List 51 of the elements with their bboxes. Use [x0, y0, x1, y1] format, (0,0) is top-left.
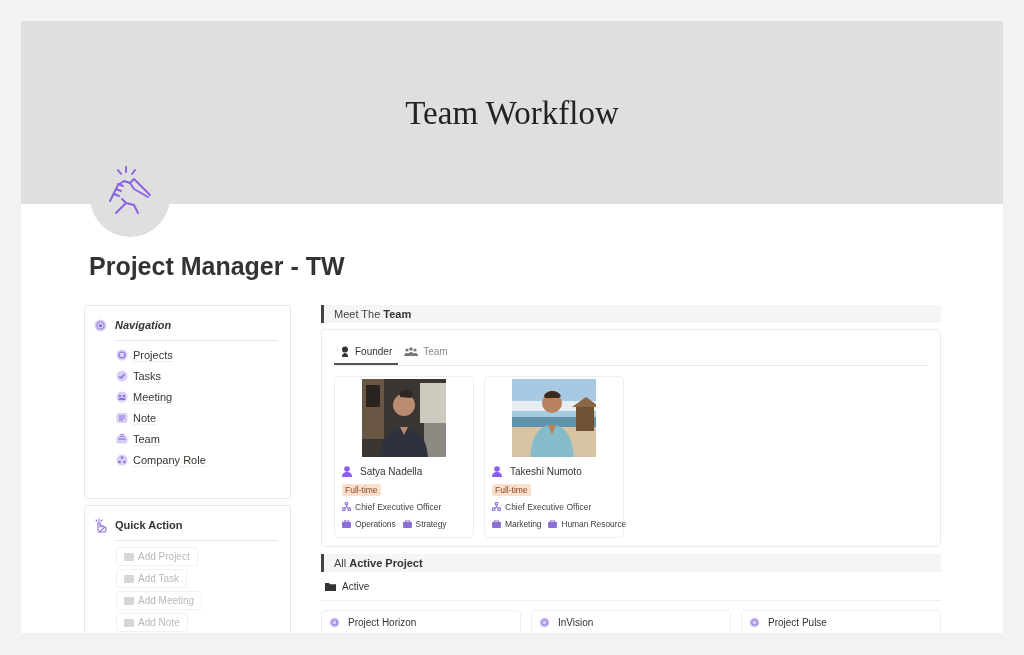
member-name: Takeshi Numoto [510, 465, 582, 477]
view-tab[interactable]: Active [321, 580, 370, 592]
org-chart-icon [492, 502, 501, 511]
nav-link[interactable]: Team [133, 432, 160, 446]
department-label: Strategy [415, 518, 447, 529]
briefcase-icon [492, 519, 501, 528]
person-icon [342, 465, 352, 477]
project-card[interactable]: Project Horizon [321, 610, 521, 633]
folder-icon [325, 581, 336, 591]
nav-link[interactable]: Note [133, 411, 157, 425]
check-icon [116, 370, 128, 382]
person-icon [492, 465, 502, 477]
section-heading: Meet The Team [321, 305, 941, 323]
group-icon [404, 346, 419, 357]
cover-title: Team Workflow [405, 95, 619, 132]
folder-icon [124, 596, 134, 605]
department-label: Human Resource [561, 518, 627, 529]
project-card[interactable]: Project Pulse [741, 610, 941, 633]
folder-icon [124, 574, 134, 583]
view-tab[interactable]: Team [398, 340, 454, 365]
view-tab[interactable]: Founder [334, 340, 399, 365]
member-role: Chief Executive Officer [355, 501, 442, 512]
note-icon [116, 412, 128, 424]
member-name: Satya Nadella [360, 465, 423, 477]
briefcase-icon [402, 519, 412, 528]
project-name: Project Horizon [348, 617, 417, 628]
nav-link[interactable]: Company Role [133, 453, 206, 467]
nav-link[interactable]: Projects [133, 348, 173, 362]
nav-link[interactable]: Tasks [133, 369, 162, 383]
org-chart-icon [342, 502, 351, 511]
department-label: Operations [355, 518, 396, 529]
folder-icon [124, 618, 134, 627]
person-icon [340, 346, 350, 357]
briefcase-icon [548, 519, 558, 528]
project-name: Project Pulse [768, 617, 827, 628]
member-role: Chief Executive Officer [505, 501, 592, 512]
section-heading: All Active Project [321, 554, 941, 572]
card-title: Navigation [115, 319, 172, 331]
nav-link[interactable]: Meeting [133, 390, 173, 404]
briefcase-icon [342, 519, 351, 528]
briefcase-icon [116, 433, 128, 445]
folder-icon [124, 552, 134, 561]
org-chart-icon [116, 454, 128, 466]
department-label: Marketing [505, 518, 542, 529]
card-title: Quick Action [115, 519, 183, 531]
target-icon [94, 318, 107, 332]
project-card[interactable]: InVision [531, 610, 731, 633]
project-name: InVision [558, 617, 594, 628]
employment-tag: Full-time [342, 483, 381, 496]
page-title: Project Manager - TW [89, 251, 346, 281]
employment-tag: Full-time [492, 483, 531, 496]
